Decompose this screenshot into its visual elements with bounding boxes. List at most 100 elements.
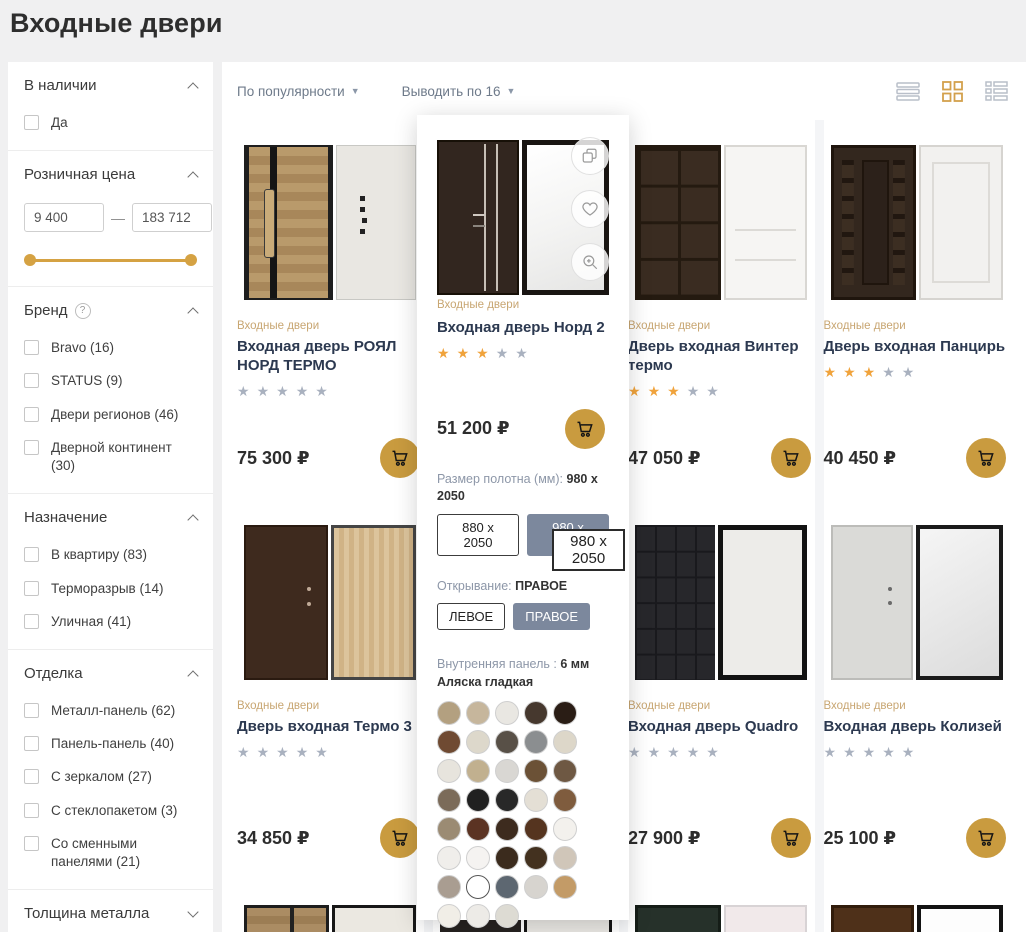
product-image[interactable] [831, 145, 1003, 300]
product-title[interactable]: Входная дверь РОЯЛ НОРД ТЕРМО [237, 338, 424, 376]
filter-option-brand[interactable]: Bravo (16) [24, 339, 197, 357]
product-title[interactable]: Входная дверь Норд 2 [437, 319, 609, 338]
product-card[interactable]: Входные двери Дверь входная Термо 3 ★★★★… [237, 500, 424, 880]
panel-swatch[interactable] [466, 817, 490, 841]
product-image[interactable] [635, 525, 807, 680]
grid-view-icon[interactable] [940, 79, 965, 104]
panel-swatch[interactable] [466, 759, 490, 783]
panel-swatch[interactable] [553, 701, 577, 725]
sort-dropdown[interactable]: По популярности ▼ [237, 84, 360, 99]
product-image[interactable] [635, 905, 807, 932]
opening-option-button-selected[interactable]: ПРАВОЕ [513, 603, 590, 630]
filter-header-metal-thickness[interactable]: Толщина металла [24, 905, 197, 922]
product-title[interactable]: Дверь входная Термо 3 [237, 718, 424, 737]
checkbox[interactable] [24, 407, 39, 422]
filter-option-brand[interactable]: STATUS (9) [24, 372, 197, 390]
panel-swatch[interactable] [553, 817, 577, 841]
panel-swatch[interactable] [466, 701, 490, 725]
product-image[interactable] [244, 525, 416, 680]
product-card[interactable]: Входные двери Входная дверь РОЯЛ НОРД ТЕ… [237, 120, 424, 500]
add-to-cart-button[interactable] [771, 438, 811, 478]
wishlist-heart-icon[interactable] [571, 190, 609, 228]
panel-swatch[interactable] [524, 817, 548, 841]
panel-swatch[interactable] [495, 846, 519, 870]
size-option-button[interactable]: 880 x 2050 [437, 514, 519, 556]
panel-swatch[interactable] [524, 875, 548, 899]
panel-swatch[interactable] [553, 730, 577, 754]
filter-header-availability[interactable]: В наличии [24, 77, 197, 94]
product-image[interactable] [244, 905, 416, 932]
checkbox[interactable] [24, 703, 39, 718]
checkbox[interactable] [24, 581, 39, 596]
panel-swatch[interactable] [437, 817, 461, 841]
add-to-cart-button[interactable] [565, 409, 605, 449]
product-card[interactable]: Входные двери Дверь входная Винтер термо… [628, 120, 815, 500]
panel-swatch[interactable] [495, 701, 519, 725]
compare-icon[interactable] [571, 137, 609, 175]
price-range-slider[interactable] [26, 254, 195, 266]
panel-swatch[interactable] [437, 759, 461, 783]
filter-header-price[interactable]: Розничная цена [24, 166, 197, 183]
panel-swatch[interactable] [495, 875, 519, 899]
panel-swatch[interactable] [466, 788, 490, 812]
panel-swatch[interactable] [553, 788, 577, 812]
slider-handle-min[interactable] [24, 254, 36, 266]
panel-swatch[interactable] [495, 904, 519, 928]
panel-swatch[interactable] [524, 788, 548, 812]
product-card[interactable] [824, 880, 1011, 932]
filter-option-finish[interactable]: Панель-панель (40) [24, 735, 197, 753]
filter-option-purpose[interactable]: В квартиру (83) [24, 546, 197, 564]
filter-header-purpose[interactable]: Назначение [24, 509, 197, 526]
panel-swatch[interactable] [466, 846, 490, 870]
product-image[interactable] [831, 905, 1003, 932]
list-view-icon[interactable] [894, 80, 922, 103]
panel-swatch[interactable] [495, 817, 519, 841]
checkbox[interactable] [24, 769, 39, 784]
checkbox[interactable] [24, 340, 39, 355]
filter-header-brand[interactable]: Бренд? [24, 302, 197, 319]
product-card[interactable] [628, 880, 815, 932]
product-category-link[interactable]: Входные двери [824, 700, 1011, 712]
filter-option-brand[interactable]: Двери регионов (46) [24, 406, 197, 424]
panel-swatch[interactable] [553, 846, 577, 870]
checkbox[interactable] [24, 836, 39, 851]
checkbox[interactable] [24, 736, 39, 751]
product-title[interactable]: Дверь входная Винтер термо [628, 338, 815, 376]
opening-option-button[interactable]: ЛЕВОЕ [437, 603, 505, 630]
panel-swatch[interactable] [495, 788, 519, 812]
product-card[interactable]: Входные двери Входная дверь Колизей ★★★★… [824, 500, 1011, 880]
filter-option-brand[interactable]: Дверной континент (30) [24, 439, 197, 475]
product-image[interactable] [831, 525, 1003, 680]
product-card[interactable] [237, 880, 424, 932]
price-max-input[interactable] [132, 203, 212, 232]
panel-swatch[interactable] [553, 875, 577, 899]
add-to-cart-button[interactable] [771, 818, 811, 858]
product-title[interactable]: Входная дверь Quadro [628, 718, 815, 737]
add-to-cart-button[interactable] [966, 818, 1006, 858]
panel-swatch[interactable] [524, 730, 548, 754]
panel-swatch[interactable] [437, 904, 461, 928]
product-image[interactable] [635, 145, 807, 300]
product-category-link[interactable]: Входные двери [437, 299, 519, 311]
panel-swatch[interactable] [437, 701, 461, 725]
checkbox[interactable] [24, 440, 39, 455]
checkbox[interactable] [24, 547, 39, 562]
product-card[interactable]: Входные двери Входная дверь Quadro ★★★★★… [628, 500, 815, 880]
filter-option-finish[interactable]: Металл-панель (62) [24, 702, 197, 720]
add-to-cart-button[interactable] [966, 438, 1006, 478]
panel-swatch[interactable] [466, 875, 490, 899]
panel-swatch[interactable] [466, 730, 490, 754]
panel-swatch[interactable] [524, 846, 548, 870]
add-to-cart-button[interactable] [380, 818, 420, 858]
checkbox[interactable] [24, 803, 39, 818]
product-title[interactable]: Дверь входная Панцирь [824, 338, 1011, 357]
filter-option-availability-yes[interactable]: Да [24, 114, 197, 132]
panel-swatch[interactable] [437, 846, 461, 870]
panel-swatch[interactable] [495, 759, 519, 783]
filter-option-finish[interactable]: С зеркалом (27) [24, 768, 197, 786]
zoom-plus-icon[interactable] [571, 243, 609, 281]
product-category-link[interactable]: Входные двери [824, 320, 1011, 332]
filter-header-finish[interactable]: Отделка [24, 665, 197, 682]
per-page-dropdown[interactable]: Выводить по 16 ▼ [402, 84, 516, 99]
product-category-link[interactable]: Входные двери [628, 700, 815, 712]
